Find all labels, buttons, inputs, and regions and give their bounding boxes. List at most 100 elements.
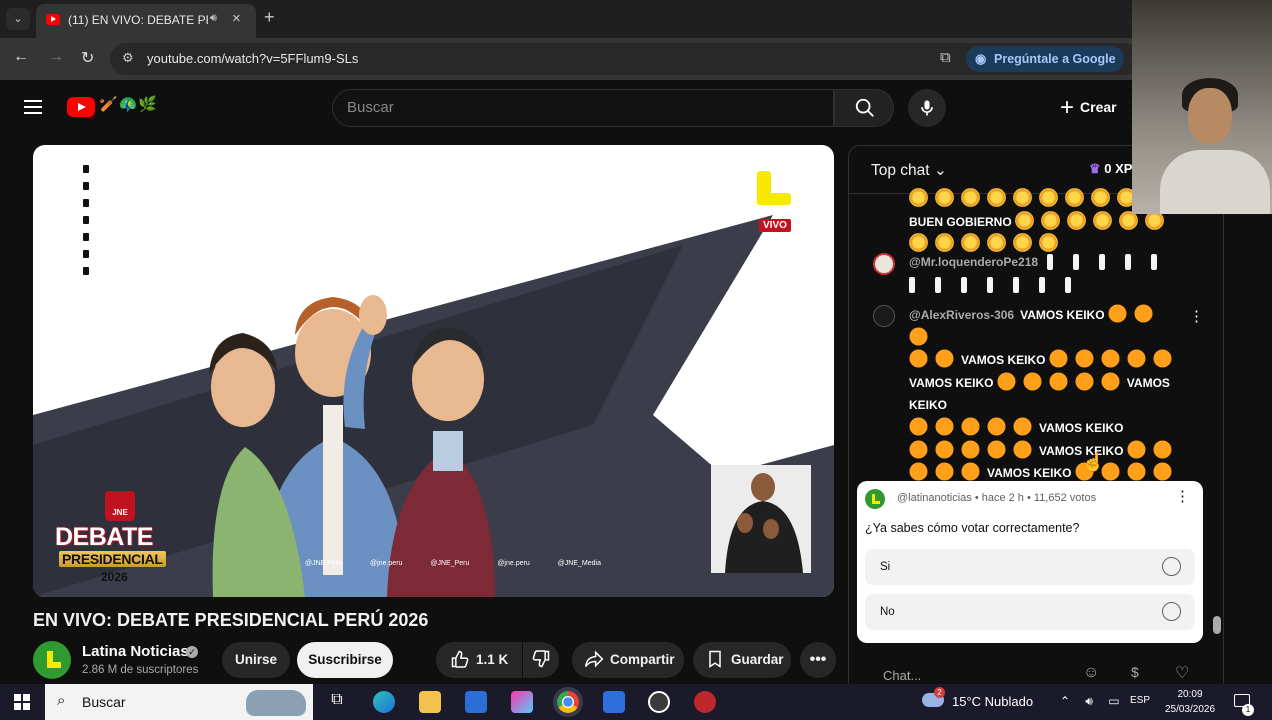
- language-indicator[interactable]: ESP: [1130, 695, 1150, 706]
- voice-search-button[interactable]: [908, 89, 946, 127]
- save-button[interactable]: Guardar: [693, 642, 791, 678]
- back-arrow-icon[interactable]: ←: [13, 48, 29, 66]
- edge-icon[interactable]: [373, 691, 395, 713]
- radio-button[interactable]: [1162, 557, 1181, 576]
- create-button[interactable]: + Crear: [1052, 89, 1136, 125]
- save-label: Guardar: [731, 652, 784, 667]
- radio-button[interactable]: [1162, 602, 1181, 621]
- subscriber-count: 2.86 M de suscriptores: [82, 664, 199, 676]
- thumbs-up-icon: [451, 650, 469, 668]
- close-icon[interactable]: ×: [232, 10, 241, 27]
- poll-option-label: No: [880, 606, 895, 618]
- browser-tab[interactable]: (11) EN VIVO: DEBATE PRES 🔊︎ ×: [36, 4, 256, 38]
- poll-option-label: Si: [880, 561, 891, 573]
- message-menu-icon[interactable]: ⋮: [1189, 307, 1204, 325]
- xp-value: 0 XP: [1104, 161, 1133, 176]
- live-badge: VIVO: [759, 219, 791, 232]
- heart-icon[interactable]: ♡: [1175, 663, 1189, 683]
- poll-menu-icon[interactable]: ⋮: [1175, 487, 1190, 505]
- more-actions-icon[interactable]: •••: [800, 642, 836, 678]
- taskbar-search-label: Buscar: [82, 694, 126, 710]
- chat-scrollbar[interactable]: [1213, 616, 1221, 634]
- new-tab-plus-icon[interactable]: +: [264, 7, 275, 28]
- ask-google-button[interactable]: ◉ Pregúntale a Google: [966, 46, 1124, 72]
- verified-check-icon: ✓: [186, 646, 198, 658]
- file-explorer-icon[interactable]: [419, 691, 441, 713]
- share-arrow-icon: [584, 650, 604, 668]
- recorder-icon[interactable]: [694, 691, 716, 713]
- windows-start-icon[interactable]: [14, 694, 30, 710]
- menu-icon[interactable]: [24, 100, 42, 114]
- windows-taskbar: ⌕ Buscar ⧉ 2 15°C Nublado ⌃ 🔊︎ ▭ ESP 20:…: [0, 684, 1272, 720]
- outlook-icon[interactable]: [603, 691, 625, 713]
- search-box[interactable]: [332, 89, 834, 127]
- media-player-icon[interactable]: [648, 691, 670, 713]
- url-text[interactable]: youtube.com/watch?v=5FFlum9-SLs: [147, 51, 358, 66]
- microphone-icon: [921, 100, 933, 116]
- debate-logo: JNE DEBATE PRESIDENCIAL 2026: [53, 491, 193, 584]
- channel-name[interactable]: Latina Noticias: [82, 643, 189, 660]
- hand-cursor-icon: ☝: [1082, 452, 1105, 472]
- clock[interactable]: 20:09 25/03/2026: [1162, 687, 1218, 717]
- clock-time: 20:09: [1177, 689, 1203, 700]
- message-text: BUEN GOBIERNO: [909, 214, 1012, 229]
- site-info-icon[interactable]: ⚙: [122, 50, 138, 66]
- search-button[interactable]: [834, 89, 894, 127]
- author-name[interactable]: @Mr.loquenderoPe218: [909, 255, 1038, 269]
- poll-meta: @latinanoticias • hace 2 h • 11,652 voto…: [897, 492, 1097, 504]
- browser-toolbar: ← → ↻ ⚙ youtube.com/watch?v=5FFlum9-SLs …: [0, 38, 1272, 80]
- copilot-icon[interactable]: [511, 691, 533, 713]
- webcam-overlay: [1132, 0, 1272, 214]
- youtube-header: 🏏🦚🌿 + Crear: [0, 80, 1272, 136]
- live-chat-panel: Top chat ⌄ ♛ 0 XP BUEN GOBIERNO @Mr.loqu…: [848, 145, 1224, 690]
- chat-input[interactable]: Chat...: [883, 668, 921, 683]
- channel-avatar[interactable]: [33, 641, 71, 679]
- address-bar[interactable]: ⚙ youtube.com/watch?v=5FFlum9-SLs ⧉ ◉ Pr…: [110, 43, 1140, 75]
- tab-search-button[interactable]: ⌄: [6, 8, 30, 30]
- like-button[interactable]: 1.1 K: [436, 642, 522, 678]
- speaker-icon[interactable]: 🔊︎: [210, 12, 217, 25]
- debate-year: 2026: [101, 570, 128, 584]
- join-button[interactable]: Unirse: [222, 642, 290, 678]
- store-icon[interactable]: [465, 691, 487, 713]
- poll-question: ¿Ya sabes cómo votar correctamente?: [865, 521, 1080, 535]
- browser-tab-strip: ⌄ (11) EN VIVO: DEBATE PRES 🔊︎ × +: [0, 0, 1272, 38]
- chrome-icon[interactable]: [557, 691, 579, 713]
- subscribe-button[interactable]: Suscribirse: [297, 642, 393, 678]
- create-label: Crear: [1080, 99, 1117, 115]
- reload-icon[interactable]: ↻: [81, 48, 94, 68]
- search-icon: [855, 98, 874, 117]
- decoration-marks: [83, 165, 91, 284]
- emoji-icon[interactable]: ☺: [1083, 664, 1099, 682]
- poll-option-no[interactable]: No: [865, 594, 1195, 630]
- youtube-favicon-icon: [46, 14, 60, 25]
- author-avatar[interactable]: [873, 253, 895, 275]
- tab-title: (11) EN VIVO: DEBATE PRES: [68, 13, 208, 27]
- weather-text[interactable]: 15°C Nublado: [952, 694, 1033, 709]
- youtube-logo-icon[interactable]: [67, 97, 95, 117]
- video-player[interactable]: VIVO JNE DEBATE PRESIDENCIAL 2026 @JNE.P…: [33, 145, 834, 597]
- crown-icon: ♛: [1089, 161, 1101, 176]
- xp-badge[interactable]: ♛ 0 XP: [1089, 161, 1132, 177]
- poll-option-si[interactable]: Si: [865, 549, 1195, 585]
- task-view-icon[interactable]: ⧉: [326, 691, 348, 713]
- debate-word: DEBATE: [55, 523, 153, 551]
- jne-badge: JNE: [105, 491, 135, 521]
- author-avatar[interactable]: [873, 305, 895, 327]
- forward-arrow-icon[interactable]: →: [48, 48, 64, 66]
- manatee-search-art: [246, 690, 306, 716]
- chat-mode-dropdown[interactable]: Top chat ⌄: [871, 161, 947, 180]
- plus-icon: +: [1060, 94, 1075, 122]
- search-input[interactable]: [347, 99, 807, 116]
- super-chat-icon[interactable]: $: [1131, 664, 1139, 680]
- poll-card: @latinanoticias • hace 2 h • 11,652 voto…: [857, 481, 1203, 643]
- system-tray-icons[interactable]: ⌃ 🔊︎ ▭: [1060, 694, 1126, 709]
- share-button[interactable]: Compartir: [572, 642, 684, 678]
- dislike-button[interactable]: [523, 642, 559, 678]
- logo-doodle[interactable]: 🏏🦚🌿: [99, 95, 158, 113]
- clock-date: 25/03/2026: [1164, 704, 1216, 715]
- cast-icon[interactable]: ⧉: [940, 49, 951, 66]
- author-name[interactable]: @AlexRiveros-306: [909, 308, 1014, 322]
- poll-author-avatar: [865, 489, 885, 509]
- latina-logo-icon: [757, 171, 791, 205]
